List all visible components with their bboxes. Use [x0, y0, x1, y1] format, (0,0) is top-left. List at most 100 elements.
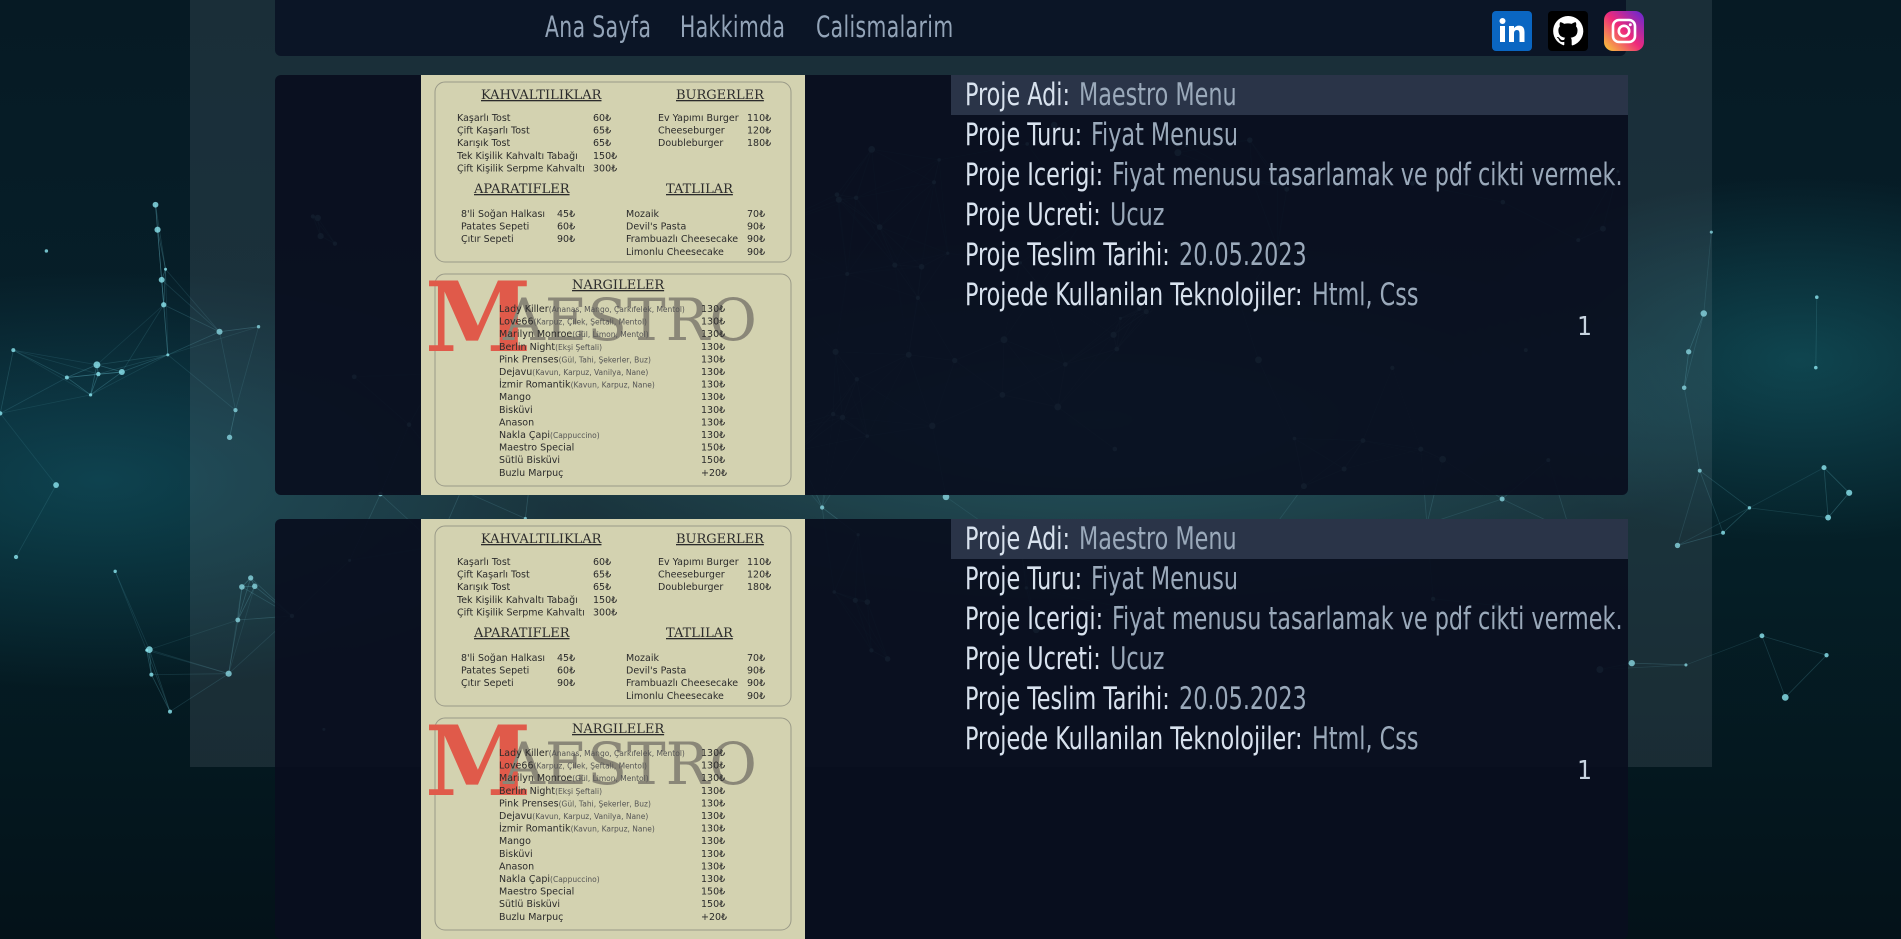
svg-text:110₺: 110₺ — [747, 113, 771, 124]
svg-text:90₺: 90₺ — [557, 678, 575, 689]
svg-text:60₺: 60₺ — [557, 222, 575, 233]
svg-text:+20₺: +20₺ — [701, 468, 727, 479]
svg-text:Devil's Pasta: Devil's Pasta — [626, 222, 686, 233]
svg-text:Mozaik: Mozaik — [626, 209, 659, 220]
svg-text:180₺: 180₺ — [747, 582, 771, 593]
svg-text:130₺: 130₺ — [701, 773, 725, 784]
field-value: Fiyat Menusu — [1091, 117, 1239, 153]
project-field-row: Proje Icerigi: Fiyat menusu tasarlamak ve… — [951, 155, 1628, 195]
field-label: Projede Kullanilan Teknolojiler: — [965, 277, 1303, 313]
svg-text:60₺: 60₺ — [557, 666, 575, 677]
nav-hakkimda[interactable]: Hakkimda — [680, 10, 785, 44]
svg-text:TATLILAR: TATLILAR — [666, 626, 734, 641]
svg-text:65₺: 65₺ — [593, 582, 611, 593]
svg-text:Devil's Pasta: Devil's Pasta — [626, 666, 686, 677]
svg-text:Kaşarlı Tost: Kaşarlı Tost — [457, 113, 511, 124]
svg-text:Marilyn Monroe(Gül, Limon, Men: Marilyn Monroe(Gül, Limon, Mentol) — [499, 773, 649, 784]
project-image: KAHVALTILIKLAR BURGERLER Kaşarlı Tost 60₺ Çi… — [421, 519, 805, 939]
svg-text:Lady Killer(Ananas, Mango, Çar: Lady Killer(Ananas, Mango, Çarkıfelek, M… — [499, 748, 685, 759]
field-label: Proje Turu: — [965, 117, 1083, 153]
svg-text:60₺: 60₺ — [593, 557, 611, 568]
svg-text:150₺: 150₺ — [701, 455, 725, 466]
svg-text:Ev Yapımı Burger: Ev Yapımı Burger — [658, 557, 739, 568]
svg-text:130₺: 130₺ — [701, 849, 725, 860]
svg-text:Pink Prenses(Gül, Tahi, Şekerl: Pink Prenses(Gül, Tahi, Şekerler, Buz) — [499, 354, 651, 365]
field-label: Proje Ucreti: — [965, 197, 1101, 233]
svg-text:130₺: 130₺ — [701, 786, 725, 797]
project-field-row: Proje Turu: Fiyat Menusu — [951, 115, 1628, 155]
svg-text:120₺: 120₺ — [747, 570, 771, 581]
project-field-row: Proje Icerigi: Fiyat menusu tasarlamak ve… — [951, 599, 1628, 639]
field-value: Ucuz — [1109, 197, 1165, 233]
svg-text:90₺: 90₺ — [747, 222, 765, 233]
svg-text:Patates Sepeti: Patates Sepeti — [461, 666, 529, 677]
svg-text:300₺: 300₺ — [593, 163, 617, 174]
svg-text:150₺: 150₺ — [593, 151, 617, 162]
svg-text:120₺: 120₺ — [747, 126, 771, 137]
svg-text:90₺: 90₺ — [747, 691, 765, 702]
svg-text:130₺: 130₺ — [701, 761, 725, 772]
svg-text:Tek Kişilik Kahvaltı Tabağı: Tek Kişilik Kahvaltı Tabağı — [456, 151, 578, 162]
svg-text:BURGERLER: BURGERLER — [676, 532, 765, 547]
svg-text:Berlin Night(Ekşi Şeftali): Berlin Night(Ekşi Şeftali) — [499, 342, 602, 353]
field-label: Proje Adi: — [965, 521, 1071, 557]
svg-text:130₺: 130₺ — [701, 748, 725, 759]
nav-calismalarim[interactable]: Calismalarim — [816, 10, 954, 44]
field-label: Proje Teslim Tarihi: — [965, 237, 1170, 273]
svg-text:Buzlu Marpuç: Buzlu Marpuç — [499, 912, 563, 923]
svg-text:Pink Prenses(Gül, Tahi, Şekerl: Pink Prenses(Gül, Tahi, Şekerler, Buz) — [499, 798, 651, 809]
svg-text:90₺: 90₺ — [747, 678, 765, 689]
svg-text:130₺: 130₺ — [701, 354, 725, 365]
svg-text:110₺: 110₺ — [747, 557, 771, 568]
svg-text:+20₺: +20₺ — [701, 912, 727, 923]
svg-text:BURGERLER: BURGERLER — [676, 88, 765, 103]
svg-text:Love66(Karpuz, Çilek, Şeftali,: Love66(Karpuz, Çilek, Şeftali, Mentol) — [499, 317, 647, 328]
svg-text:Çift Kaşarlı Tost: Çift Kaşarlı Tost — [457, 126, 530, 137]
svg-text:150₺: 150₺ — [701, 443, 725, 454]
svg-text:130₺: 130₺ — [701, 861, 725, 872]
svg-text:Cheeseburger: Cheeseburger — [658, 570, 725, 581]
field-value: Html, Css — [1311, 277, 1419, 313]
field-label: Proje Icerigi: — [965, 157, 1104, 193]
svg-text:Nakla Çapi(Cappuccino): Nakla Çapi(Cappuccino) — [499, 430, 600, 441]
svg-text:Anason: Anason — [499, 417, 534, 428]
svg-text:65₺: 65₺ — [593, 570, 611, 581]
svg-text:Mango: Mango — [499, 392, 531, 403]
github-icon[interactable] — [1548, 11, 1588, 51]
top-navbar: Ana Sayfa Hakkimda Calismalarim — [275, 0, 1644, 56]
linkedin-icon[interactable] — [1492, 11, 1532, 51]
svg-text:65₺: 65₺ — [593, 138, 611, 149]
svg-text:150₺: 150₺ — [701, 887, 725, 898]
svg-text:90₺: 90₺ — [557, 234, 575, 245]
field-value: Maestro Menu — [1079, 521, 1237, 557]
svg-text:70₺: 70₺ — [747, 209, 765, 220]
project-card: KAHVALTILIKLAR BURGERLER Kaşarlı Tost 60₺ Çi… — [275, 75, 1628, 495]
svg-text:130₺: 130₺ — [701, 392, 725, 403]
svg-text:Tek Kişilik Kahvaltı Tabağı: Tek Kişilik Kahvaltı Tabağı — [456, 595, 578, 606]
project-field-row: Proje Adi: Maestro Menu — [951, 519, 1628, 559]
field-value: 20.05.2023 — [1178, 681, 1307, 717]
project-field-row: Projede Kullanilan Teknolojiler: Html, Cs… — [951, 275, 1628, 315]
project-field-row: Proje Adi: Maestro Menu — [951, 75, 1628, 115]
svg-text:130₺: 130₺ — [701, 430, 725, 441]
project-field-row: Proje Turu: Fiyat Menusu — [951, 559, 1628, 599]
svg-text:Sütlü Bisküvi: Sütlü Bisküvi — [499, 899, 560, 910]
field-label: Proje Adi: — [965, 77, 1071, 113]
svg-text:65₺: 65₺ — [593, 126, 611, 137]
svg-text:Dejavu(Kavun, Karpuz, Vanilya,: Dejavu(Kavun, Karpuz, Vanilya, Nane) — [499, 811, 648, 822]
nav-ana-sayfa[interactable]: Ana Sayfa — [545, 10, 651, 44]
svg-text:Nakla Çapi(Cappuccino): Nakla Çapi(Cappuccino) — [499, 874, 600, 885]
project-image: KAHVALTILIKLAR BURGERLER Kaşarlı Tost 60₺ Çi… — [421, 75, 805, 495]
project-field-row: Proje Teslim Tarihi: 20.05.2023 — [951, 235, 1628, 275]
page-indicator: 1 — [1577, 756, 1592, 786]
svg-text:NARGILELER: NARGILELER — [572, 722, 665, 737]
project-field-row: Proje Ucreti: Ucuz — [951, 195, 1628, 235]
svg-text:Limonlu Cheesecake: Limonlu Cheesecake — [626, 691, 724, 702]
field-label: Proje Ucreti: — [965, 641, 1101, 677]
svg-text:TATLILAR: TATLILAR — [666, 182, 734, 197]
instagram-icon[interactable] — [1604, 11, 1644, 51]
field-value: Ucuz — [1109, 641, 1165, 677]
svg-text:Mozaik: Mozaik — [626, 653, 659, 664]
svg-text:Anason: Anason — [499, 861, 534, 872]
svg-text:130₺: 130₺ — [701, 367, 725, 378]
